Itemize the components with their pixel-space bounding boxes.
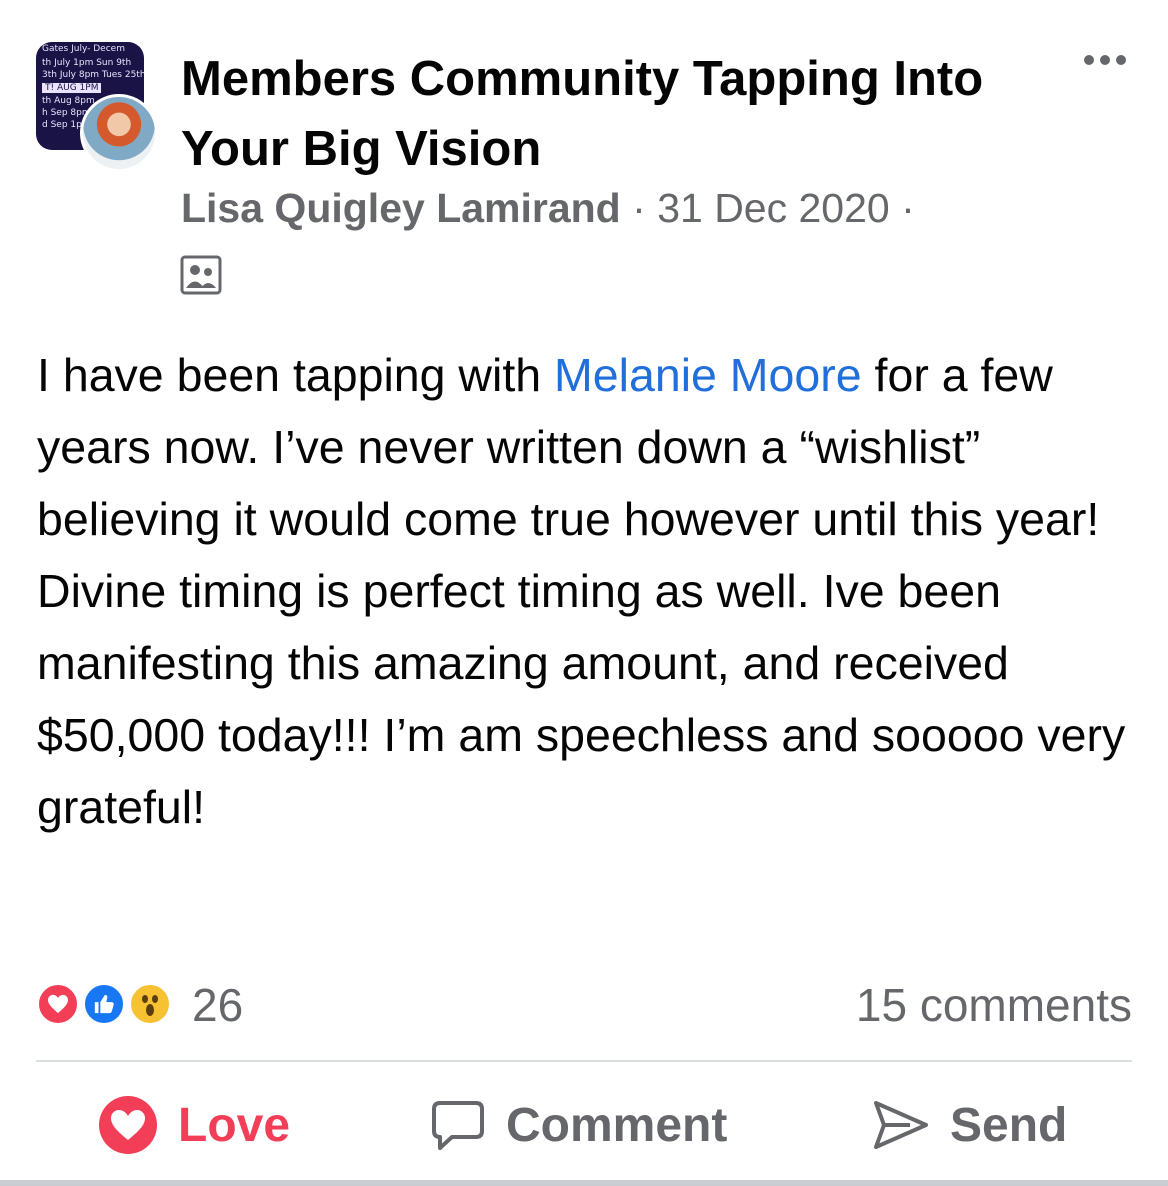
divider xyxy=(36,1060,1132,1062)
meta-separator: · xyxy=(901,185,915,231)
post-text-part: for a few years now. I’ve never written … xyxy=(37,349,1126,833)
mention-link[interactable]: Melanie Moore xyxy=(554,349,862,401)
wow-icon xyxy=(128,982,172,1026)
members-audience-icon xyxy=(180,255,222,295)
group-name-link[interactable]: Members Community Tapping Into Your Big … xyxy=(181,44,1061,184)
like-icon xyxy=(82,982,126,1026)
comments-count-link[interactable]: 15 comments xyxy=(856,978,1132,1032)
reactions-summary[interactable]: 26 15 comments xyxy=(36,978,1136,1036)
send-button-label: Send xyxy=(950,1098,1068,1152)
group-thumbnail-text: th July 1pm Sun 9th xyxy=(42,58,132,68)
group-thumbnail-text: 3th July 8pm Tues 25th xyxy=(42,70,144,80)
send-icon xyxy=(874,1101,928,1149)
group-thumbnail-text: T! AUG 1PM xyxy=(42,83,102,93)
group-thumbnail-text: th Aug 8pm xyxy=(42,96,95,106)
love-icon xyxy=(36,982,80,1026)
post-separator-bar xyxy=(0,1180,1168,1186)
post-actions: Love Comment Send xyxy=(0,1080,1168,1170)
send-button[interactable]: Send xyxy=(870,1080,1067,1170)
love-reaction-icon xyxy=(99,1096,157,1154)
comment-button-label: Comment xyxy=(506,1098,728,1152)
post-text: I have been tapping with Melanie Moore f… xyxy=(37,339,1137,843)
meta-separator: · xyxy=(632,185,646,231)
group-thumbnail-text: Gates July- Decem xyxy=(42,44,125,54)
more-options-icon[interactable] xyxy=(1084,52,1134,68)
post-header: Gates July- Decem th July 1pm Sun 9th 3t… xyxy=(0,0,1168,320)
post-meta: Lisa Quigley Lamirand · 31 Dec 2020 · xyxy=(181,185,915,232)
love-button[interactable]: Love xyxy=(98,1080,290,1170)
author-name-link[interactable]: Lisa Quigley Lamirand xyxy=(181,185,621,231)
comment-button[interactable]: Comment xyxy=(430,1080,727,1170)
love-button-label: Love xyxy=(178,1098,291,1152)
post-date-link[interactable]: 31 Dec 2020 xyxy=(657,185,890,231)
author-avatar[interactable] xyxy=(80,94,158,172)
reaction-count: 26 xyxy=(192,979,244,1031)
post-text-part: I have been tapping with xyxy=(37,349,555,401)
comment-icon xyxy=(432,1101,484,1150)
